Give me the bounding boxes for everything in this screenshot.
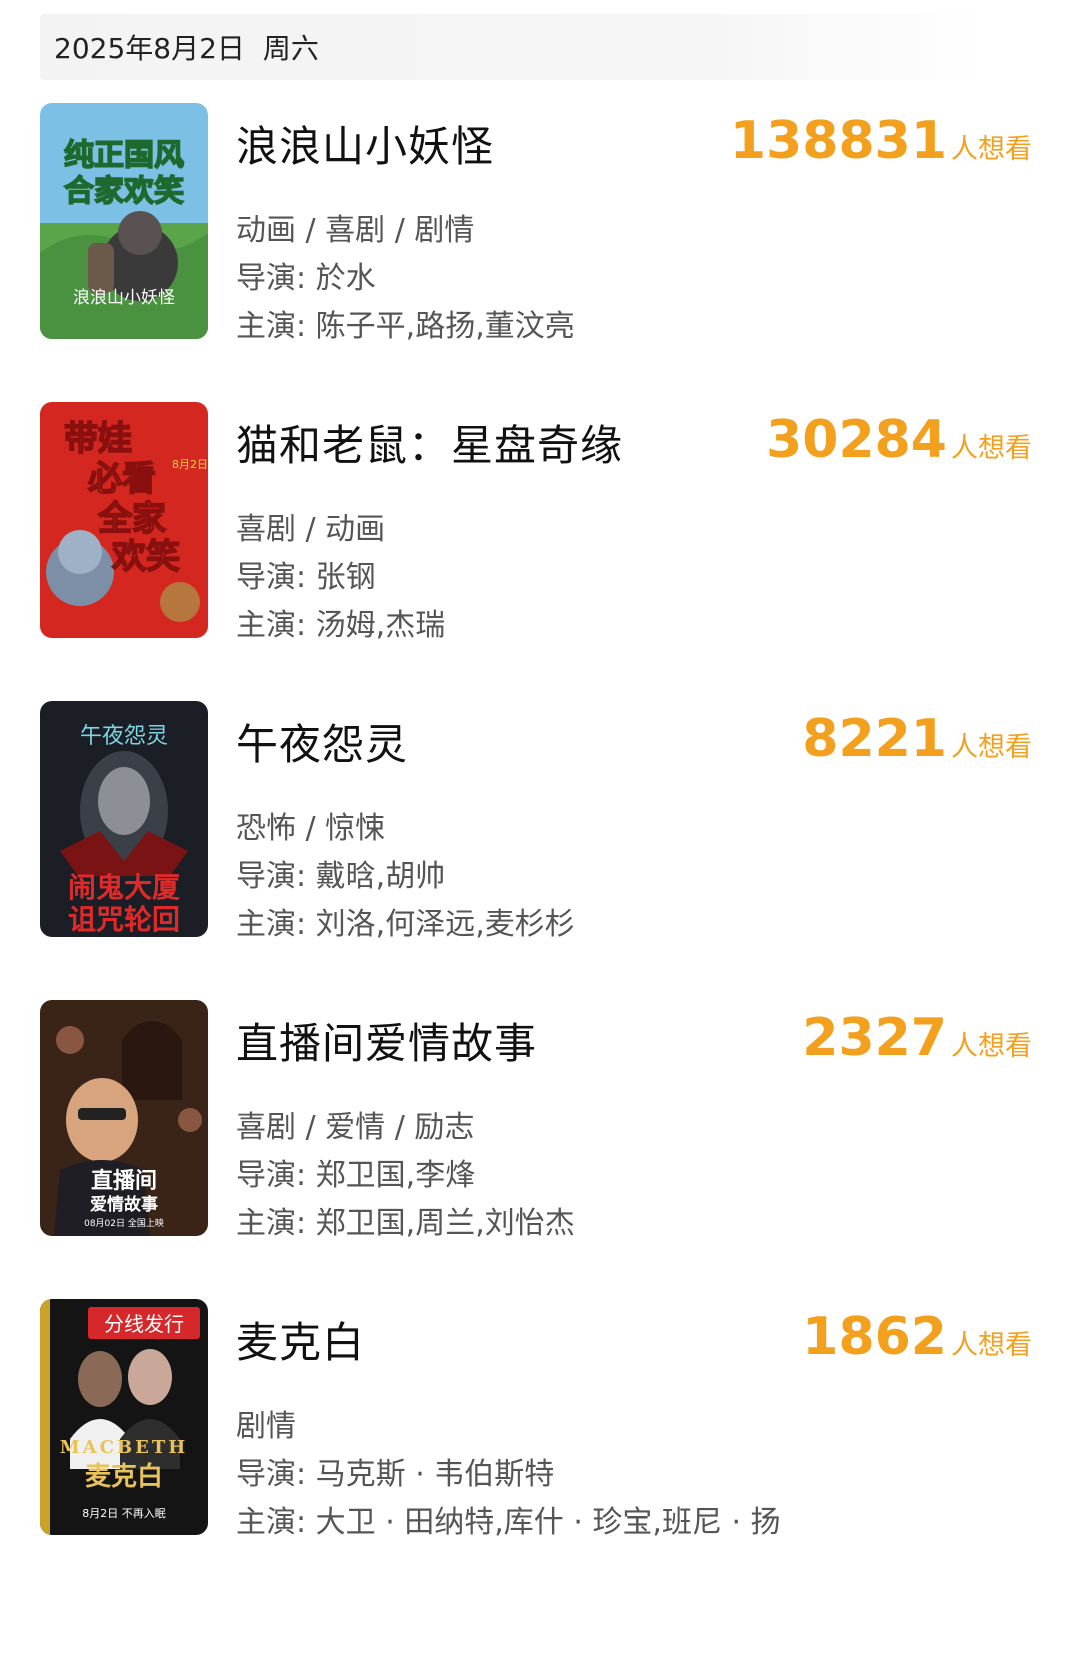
poster-title: 午夜怨灵 — [80, 724, 168, 749]
movie-item[interactable]: 带娃 必看 全家 欢笑 8月2日 猫和老鼠：星盘奇缘 30284 人想看 喜剧 … — [0, 402, 1080, 644]
director-label: 导演: — [236, 560, 316, 595]
movie-genres: 动画 / 喜剧 / 剧情 — [236, 213, 475, 248]
cast-label: 主演: — [236, 907, 316, 942]
movie-cast: 主演: 郑卫国,周兰,刘怡杰 — [236, 1198, 575, 1242]
poster-line-1: 带娃 — [64, 419, 132, 459]
movie-item[interactable]: 直播间 爱情故事 08月02日 全国上映 直播间爱情故事 2327 人想看 喜剧… — [0, 1000, 1080, 1242]
cast-label: 主演: — [236, 1505, 316, 1540]
poster-image: 带娃 必看 全家 欢笑 8月2日 — [40, 402, 208, 638]
poster-line-1: 闹鬼大厦 — [68, 871, 180, 904]
movie-director: 导演: 戴晗,胡帅 — [236, 851, 445, 895]
poster-line-2: 爱情故事 — [90, 1194, 158, 1215]
want-count: 2327 人想看 — [802, 1008, 1032, 1068]
movie-title[interactable]: 浪浪山小妖怪 — [236, 113, 494, 174]
poster-tagline: 8月2日 — [172, 458, 208, 471]
poster-line-2: 麦克白 — [85, 1461, 163, 1492]
poster-badge: 分线发行 — [104, 1312, 184, 1336]
want-suffix: 人想看 — [951, 134, 1032, 165]
want-suffix: 人想看 — [951, 433, 1032, 464]
director-label: 导演: — [236, 1457, 316, 1492]
want-suffix: 人想看 — [951, 732, 1032, 763]
director-label: 导演: — [236, 261, 316, 296]
movie-cast: 主演: 陈子平,路扬,董汶亮 — [236, 301, 575, 345]
poster-image: 直播间 爱情故事 08月02日 全国上映 — [40, 1000, 208, 1236]
cast-value: 刘洛,何泽远,麦杉杉 — [315, 907, 575, 942]
want-suffix: 人想看 — [951, 1330, 1032, 1361]
want-count: 1862 人想看 — [802, 1307, 1032, 1367]
want-count: 8221 人想看 — [802, 709, 1032, 769]
poster-tagline: 08月02日 全国上映 — [84, 1217, 164, 1229]
movie-cast: 主演: 刘洛,何泽远,麦杉杉 — [236, 899, 575, 943]
movie-genres: 喜剧 / 爱情 / 励志 — [236, 1110, 475, 1145]
movie-director: 导演: 马克斯 · 韦伯斯特 — [236, 1449, 554, 1493]
poster-line-1: 纯正国风 — [64, 138, 184, 173]
poster-line-2: 合家欢笑 — [64, 174, 184, 209]
director-value: 戴晗,胡帅 — [315, 859, 446, 894]
movie-title[interactable]: 直播间爱情故事 — [236, 1010, 537, 1071]
movie-director: 导演: 张钢 — [236, 552, 376, 596]
want-number: 2327 — [802, 1008, 947, 1068]
movie-cast: 主演: 汤姆,杰瑞 — [236, 600, 445, 644]
movie-list: 纯正国风 合家欢笑 浪浪山小妖怪 浪浪山小妖怪 138831 人想看 动画 / … — [0, 0, 1080, 1655]
poster-image: 午夜怨灵 闹鬼大厦 诅咒轮回 — [40, 701, 208, 937]
poster-tagline: 8月2日 不再入眠 — [82, 1507, 166, 1520]
movie-director: 导演: 於水 — [236, 253, 376, 297]
cast-label: 主演: — [236, 608, 316, 643]
want-number: 30284 — [766, 410, 947, 470]
cast-value: 陈子平,路扬,董汶亮 — [315, 309, 575, 344]
poster-line-3: 全家 — [97, 499, 166, 539]
movie-cast: 主演: 大卫 · 田纳特,库什 · 珍宝,班尼 · 扬 — [236, 1497, 781, 1541]
movie-genres: 恐怖 / 惊悚 — [236, 811, 386, 846]
movie-poster[interactable]: 带娃 必看 全家 欢笑 8月2日 — [40, 402, 208, 638]
want-count: 30284 人想看 — [766, 410, 1032, 470]
want-number: 138831 — [729, 111, 947, 171]
cast-value: 郑卫国,周兰,刘怡杰 — [315, 1206, 575, 1241]
movie-title[interactable]: 午夜怨灵 — [236, 711, 408, 772]
movie-genres: 喜剧 / 动画 — [236, 512, 386, 547]
want-number: 8221 — [802, 709, 947, 769]
movie-director: 导演: 郑卫国,李烽 — [236, 1150, 475, 1194]
poster-image: 纯正国风 合家欢笑 浪浪山小妖怪 — [40, 103, 208, 339]
movie-poster[interactable]: 直播间 爱情故事 08月02日 全国上映 — [40, 1000, 208, 1236]
cast-label: 主演: — [236, 1206, 316, 1241]
cast-label: 主演: — [236, 309, 316, 344]
movie-poster[interactable]: 午夜怨灵 闹鬼大厦 诅咒轮回 — [40, 701, 208, 937]
director-value: 张钢 — [315, 560, 376, 595]
want-suffix: 人想看 — [951, 1031, 1032, 1062]
director-value: 马克斯 · 韦伯斯特 — [315, 1457, 555, 1492]
want-number: 1862 — [802, 1307, 947, 1367]
movie-title[interactable]: 麦克白 — [236, 1309, 365, 1370]
movie-title[interactable]: 猫和老鼠：星盘奇缘 — [236, 412, 623, 473]
director-value: 郑卫国,李烽 — [315, 1158, 476, 1193]
cast-value: 大卫 · 田纳特,库什 · 珍宝,班尼 · 扬 — [315, 1505, 781, 1540]
movie-item[interactable]: 纯正国风 合家欢笑 浪浪山小妖怪 浪浪山小妖怪 138831 人想看 动画 / … — [0, 103, 1080, 345]
movie-item[interactable]: 分线发行 MACBETH 麦克白 8月2日 不再入眠 麦克白 1862 人想看 … — [0, 1299, 1080, 1541]
movie-item[interactable]: 午夜怨灵 闹鬼大厦 诅咒轮回 午夜怨灵 8221 人想看 恐怖 / 惊悚 导演:… — [0, 701, 1080, 943]
poster-image: 分线发行 MACBETH 麦克白 8月2日 不再入眠 — [40, 1299, 208, 1535]
poster-line-2: 必看 — [88, 459, 156, 499]
director-label: 导演: — [236, 859, 316, 894]
movie-genres: 剧情 — [236, 1409, 296, 1444]
cast-value: 汤姆,杰瑞 — [315, 608, 446, 643]
poster-line-1: MACBETH — [60, 1437, 189, 1458]
poster-line-1: 直播间 — [91, 1168, 157, 1194]
poster-line-2: 诅咒轮回 — [68, 903, 180, 936]
movie-poster[interactable]: 分线发行 MACBETH 麦克白 8月2日 不再入眠 — [40, 1299, 208, 1535]
poster-tagline: 浪浪山小妖怪 — [73, 288, 175, 308]
director-value: 於水 — [315, 261, 376, 296]
movie-poster[interactable]: 纯正国风 合家欢笑 浪浪山小妖怪 — [40, 103, 208, 339]
want-count: 138831 人想看 — [730, 111, 1032, 171]
poster-line-4: 欢笑 — [111, 537, 180, 577]
director-label: 导演: — [236, 1158, 316, 1193]
